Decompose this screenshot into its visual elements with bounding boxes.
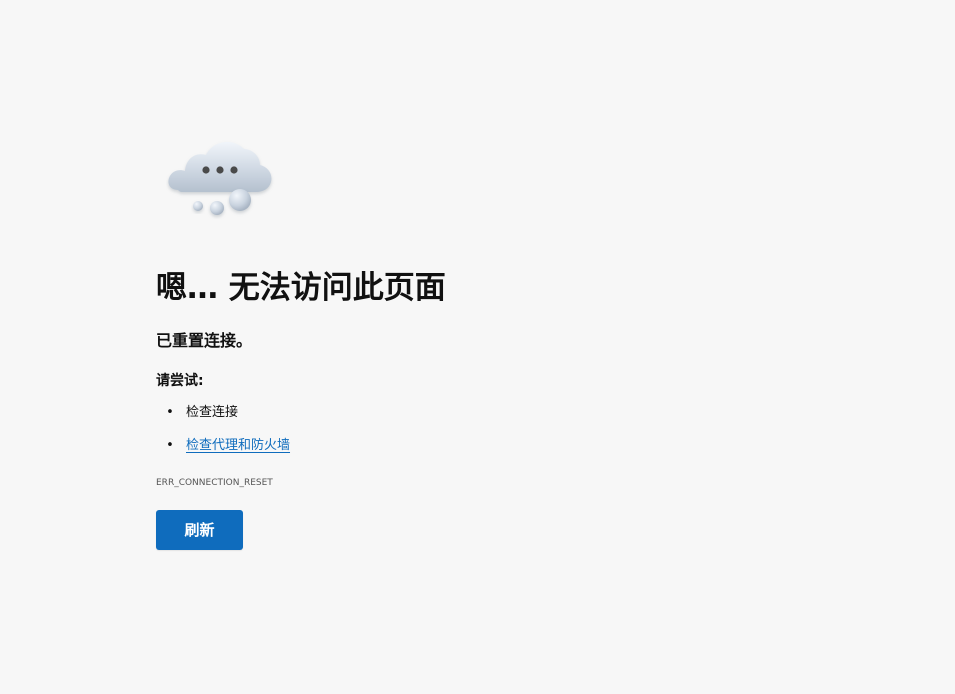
page-title: 嗯… 无法访问此页面: [156, 270, 446, 306]
error-message: 已重置连接。: [156, 331, 253, 350]
try-label: 请尝试:: [156, 373, 204, 389]
check-connection-text: 检查连接: [186, 405, 239, 420]
error-code: ERR_CONNECTION_RESET: [156, 478, 273, 488]
browser-error-page: 嗯… 无法访问此页面 已重置连接。 请尝试: • 检查连接 • 检查代理和防火墙…: [0, 0, 955, 694]
bullet-icon: •: [166, 405, 174, 420]
check-proxy-firewall-link[interactable]: 检查代理和防火墙: [186, 436, 290, 456]
cloud-thinking-icon: [168, 141, 272, 215]
bullet-icon: •: [166, 438, 174, 453]
refresh-button[interactable]: 刷新: [156, 510, 243, 550]
